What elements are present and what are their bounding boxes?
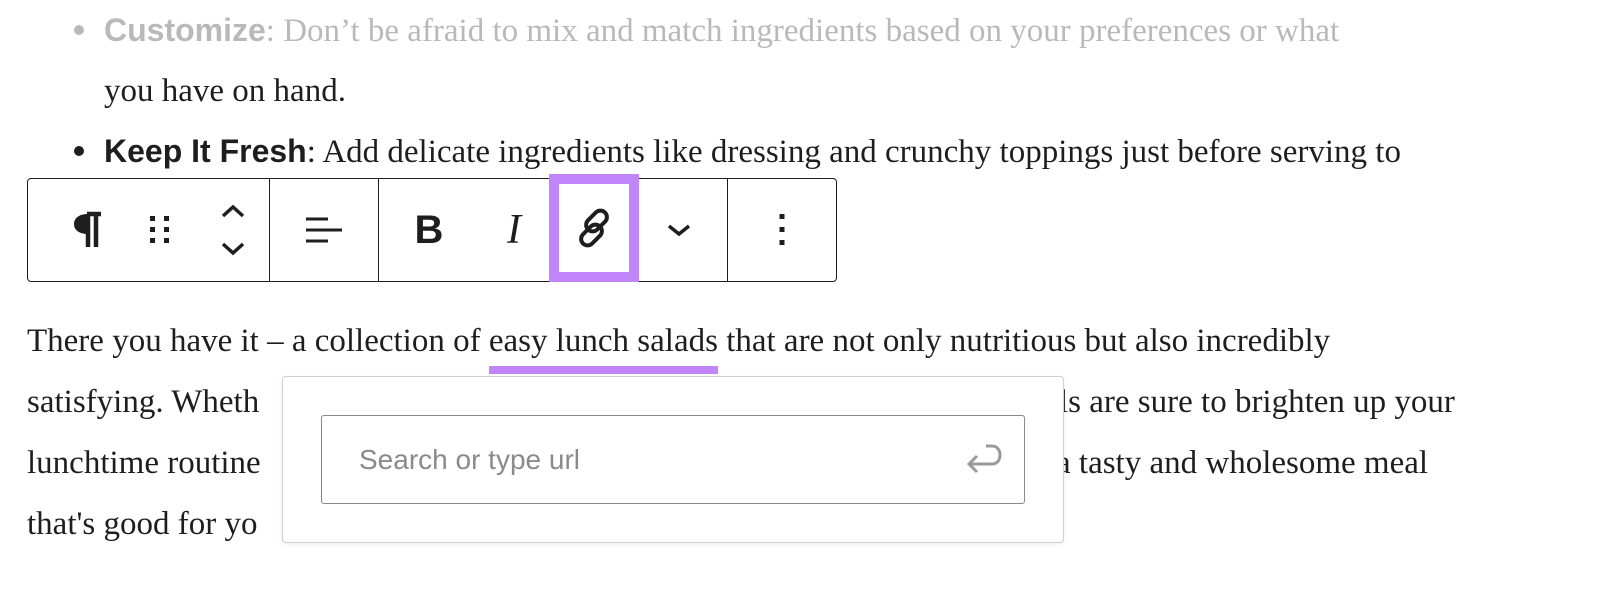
move-up-down-icon (221, 204, 244, 256)
faded-first-line: Customize: Don’t be afraid to mix and ma… (104, 0, 1574, 61)
paragraph-text: that's good for yo (27, 506, 258, 542)
more-formatting-button[interactable] (639, 179, 719, 281)
pilcrow-icon (74, 211, 102, 247)
paragraph-text: ls are sure to brighten up your (1059, 384, 1455, 420)
paragraph-line: There you have it – a collection of easy… (27, 311, 1577, 374)
link-button[interactable] (549, 174, 639, 282)
italic-label: I (507, 207, 521, 253)
selected-text[interactable]: easy lunch salads (488, 311, 719, 374)
link-icon (579, 208, 609, 248)
align-left-icon (306, 217, 342, 243)
move-block-button[interactable] (197, 179, 269, 281)
submit-link-button[interactable] (944, 416, 1024, 503)
list-item-text: : Don’t be afraid to mix and match ingre… (265, 13, 1340, 49)
italic-button[interactable]: I (479, 179, 549, 281)
block-controls-group (28, 179, 270, 281)
bullet-dot (74, 121, 84, 181)
list-item-continuation: you have on hand. (104, 73, 346, 109)
link-popover (282, 376, 1064, 543)
url-search-input[interactable] (322, 416, 944, 503)
list-item-strong: Customize (104, 12, 266, 48)
list-item-text: : Add delicate ingredients like dressing… (306, 134, 1401, 170)
block-toolbar: B I (27, 174, 837, 282)
paragraph-text: There you have it – a collection of (27, 323, 489, 359)
paragraph-text: a tasty and wholesome meal (1056, 445, 1429, 481)
bold-label: B (414, 207, 444, 252)
block-type-button[interactable] (52, 179, 124, 281)
bullet-dot (74, 0, 84, 60)
paragraph-text: that are not only nutritious but also in… (717, 323, 1331, 359)
more-vertical-icon (779, 214, 784, 245)
align-button[interactable] (284, 179, 364, 281)
drag-handle-icon (150, 216, 170, 243)
options-group (728, 179, 835, 281)
list-item[interactable]: Keep It Fresh: Add delicate ingredients … (74, 121, 1574, 182)
options-button[interactable] (742, 179, 822, 281)
formatting-group: B I (379, 174, 728, 282)
list-item-strong: Keep It Fresh (104, 133, 307, 169)
alignment-group (270, 179, 379, 281)
url-input-wrapper (321, 415, 1025, 504)
paragraph-text: lunchtime routine (27, 445, 261, 481)
block-editor: Customize: Don’t be afraid to mix and ma… (0, 0, 1600, 602)
paragraph-text: satisfying. Wheth (27, 384, 260, 420)
bold-button[interactable]: B (379, 179, 479, 281)
enter-return-icon (966, 444, 1002, 473)
tips-list: Customize: Don’t be afraid to mix and ma… (74, 0, 1574, 182)
chevron-down-icon (667, 224, 691, 237)
drag-handle-button[interactable] (124, 179, 196, 281)
list-item[interactable]: Customize: Don’t be afraid to mix and ma… (74, 0, 1574, 121)
